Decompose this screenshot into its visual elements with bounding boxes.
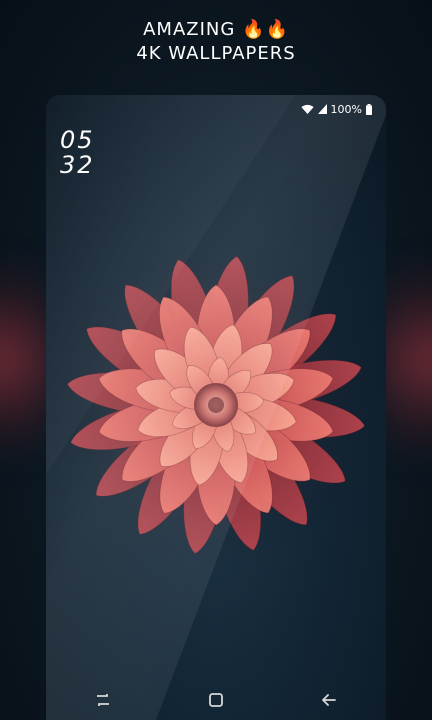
back-button[interactable] bbox=[309, 686, 349, 714]
back-icon bbox=[322, 694, 337, 706]
recent-apps-icon bbox=[96, 694, 109, 706]
wifi-icon bbox=[301, 104, 314, 114]
flower-wallpaper bbox=[46, 245, 386, 575]
promo-screen: AMAZING 🔥🔥 4K WALLPAPERS 100% 05 32 bbox=[0, 0, 432, 720]
navigation-bar bbox=[46, 686, 386, 714]
clock-minute: 32 bbox=[60, 151, 95, 179]
clock-hour: 05 bbox=[60, 126, 95, 154]
headline-line-1: AMAZING 🔥🔥 bbox=[143, 19, 289, 40]
promo-headline: AMAZING 🔥🔥 4K WALLPAPERS bbox=[0, 18, 432, 66]
headline-line-2: 4K WALLPAPERS bbox=[136, 43, 296, 64]
phone-screen-preview: 100% 05 32 bbox=[46, 95, 386, 720]
home-icon bbox=[209, 693, 223, 707]
battery-icon bbox=[366, 103, 372, 115]
status-bar: 100% bbox=[301, 101, 372, 117]
recent-apps-button[interactable] bbox=[83, 686, 123, 714]
lock-screen-clock: 05 32 bbox=[60, 128, 95, 178]
battery-percentage: 100% bbox=[330, 102, 362, 116]
home-button[interactable] bbox=[196, 686, 236, 714]
signal-icon bbox=[317, 104, 327, 114]
